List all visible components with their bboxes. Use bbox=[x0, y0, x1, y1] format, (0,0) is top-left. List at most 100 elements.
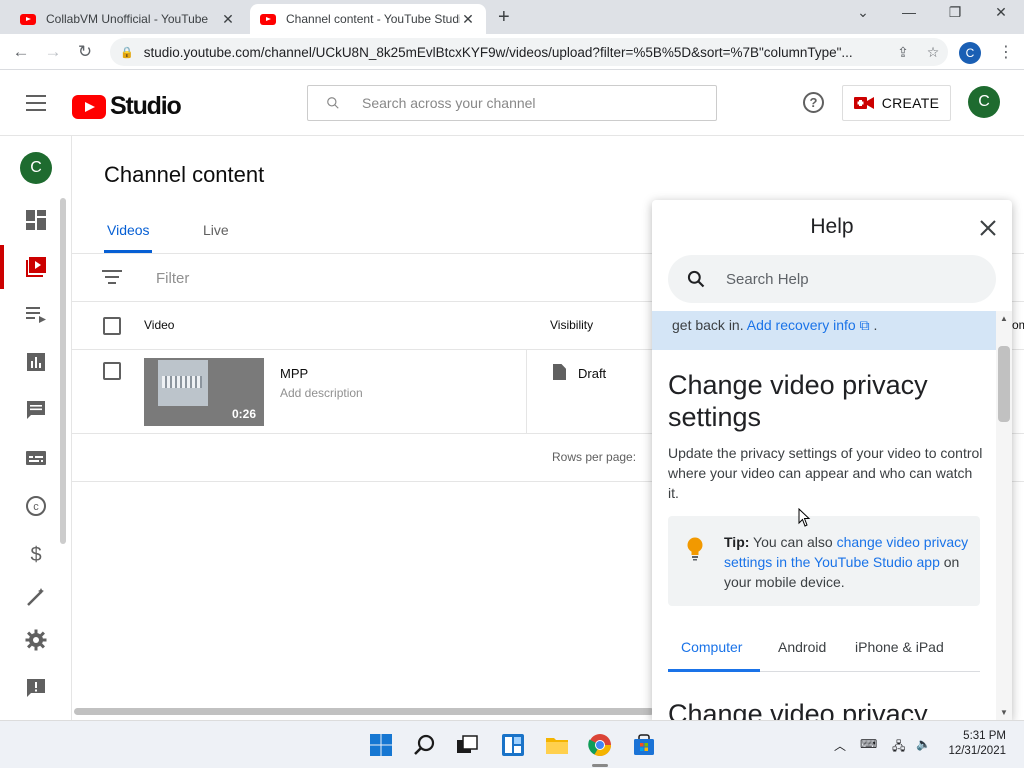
tab-android[interactable]: Android bbox=[778, 639, 826, 655]
sidebar-item-playlists[interactable] bbox=[22, 300, 50, 328]
sidebar-scrollbar[interactable] bbox=[60, 198, 66, 544]
browser-tab-studio[interactable]: Channel content - YouTube Studio ✕ bbox=[250, 4, 486, 34]
help-scroll-thumb[interactable] bbox=[998, 346, 1010, 422]
video-title[interactable]: MPP bbox=[280, 366, 308, 381]
microsoft-store-icon[interactable] bbox=[632, 733, 656, 757]
next-section-heading: Change video privacy bbox=[668, 699, 928, 720]
browser-menu-icon[interactable]: ⋮ bbox=[998, 42, 1014, 62]
content-icon bbox=[26, 257, 46, 277]
active-platform-underline bbox=[668, 669, 760, 672]
chrome-icon[interactable] bbox=[588, 733, 612, 757]
search-icon bbox=[327, 97, 339, 109]
task-view-icon[interactable] bbox=[455, 733, 479, 757]
menu-icon[interactable] bbox=[26, 95, 46, 111]
sidebar-item-settings[interactable] bbox=[22, 626, 50, 654]
volume-icon[interactable]: 🔈 bbox=[916, 737, 931, 751]
show-hidden-icons-chevron-icon[interactable]: ︿ bbox=[834, 737, 846, 754]
sidebar-item-comments[interactable] bbox=[22, 396, 50, 424]
help-search-input[interactable]: Search Help bbox=[668, 255, 996, 303]
close-window-icon[interactable]: ✕ bbox=[978, 4, 1024, 21]
windows-start-icon[interactable] bbox=[369, 733, 393, 757]
browser-tab-collabvm[interactable]: CollabVM Unofficial - YouTube ✕ bbox=[10, 4, 246, 34]
create-button[interactable]: CREATE bbox=[842, 85, 951, 121]
close-icon[interactable] bbox=[978, 218, 998, 238]
analytics-icon bbox=[27, 353, 45, 371]
share-icon[interactable]: ⇪ bbox=[888, 44, 918, 61]
select-all-checkbox[interactable] bbox=[103, 317, 121, 335]
video-camera-icon bbox=[853, 97, 874, 109]
youtube-favicon-icon bbox=[260, 13, 276, 25]
svg-text:$: $ bbox=[30, 544, 41, 565]
minimize-icon[interactable]: — bbox=[886, 4, 932, 20]
recovery-banner: get back in. Add recovery info ⧉ . bbox=[652, 311, 996, 350]
keyboard-icon[interactable]: ⌨ bbox=[860, 737, 877, 751]
channel-search-input[interactable]: Search across your channel bbox=[307, 85, 717, 121]
filter-input[interactable]: Filter bbox=[156, 270, 189, 287]
horizontal-scrollbar[interactable] bbox=[74, 708, 654, 715]
clock-date: 12/31/2021 bbox=[948, 745, 1006, 757]
forward-icon[interactable]: → bbox=[42, 42, 64, 62]
add-recovery-info-link[interactable]: Add recovery info bbox=[747, 317, 856, 333]
scroll-down-arrow-icon[interactable]: ▼ bbox=[1000, 708, 1008, 717]
visibility-status[interactable]: Draft bbox=[578, 366, 606, 381]
address-bar[interactable]: 🔒 studio.youtube.com/channel/UCkU8N_8k25… bbox=[110, 38, 948, 66]
sidebar-item-monetization[interactable]: $ bbox=[22, 540, 50, 568]
account-avatar[interactable]: C bbox=[968, 86, 1000, 118]
tab-title: Channel content - YouTube Studio bbox=[286, 12, 460, 26]
help-scrollbar[interactable]: ▲ ▼ bbox=[996, 311, 1012, 720]
reload-icon[interactable]: ↻ bbox=[74, 42, 96, 62]
tab-live[interactable]: Live bbox=[203, 222, 229, 238]
browser-profile-avatar[interactable]: C bbox=[959, 42, 981, 64]
new-tab-icon[interactable]: + bbox=[498, 6, 510, 29]
video-thumbnail[interactable]: 0:26 bbox=[144, 358, 264, 426]
sidebar-item-content[interactable] bbox=[22, 253, 50, 281]
filter-icon[interactable] bbox=[102, 270, 122, 286]
article-heading: Change video privacy settings bbox=[668, 370, 928, 432]
close-tab-icon[interactable]: ✕ bbox=[220, 11, 236, 28]
tip-box: Tip: You can also change video privacy s… bbox=[668, 516, 980, 606]
search-icon[interactable] bbox=[413, 733, 437, 757]
thumbnail-image bbox=[158, 360, 208, 406]
help-title: Help bbox=[810, 215, 854, 238]
sidebar-item-analytics[interactable] bbox=[22, 348, 50, 376]
column-header-video: Video bbox=[144, 318, 175, 332]
scroll-up-arrow-icon[interactable]: ▲ bbox=[1000, 314, 1008, 323]
settings-icon bbox=[25, 629, 47, 651]
url-text: studio.youtube.com/channel/UCkU8N_8k25mE… bbox=[143, 44, 853, 60]
tab-title: CollabVM Unofficial - YouTube bbox=[46, 12, 209, 26]
youtube-favicon-icon bbox=[20, 13, 36, 25]
sidebar-item-feedback[interactable] bbox=[22, 674, 50, 702]
svg-text:c: c bbox=[33, 501, 39, 513]
sidebar-item-subtitles[interactable] bbox=[22, 444, 50, 472]
tab-search-chevron-icon[interactable]: ⌄ bbox=[840, 4, 886, 21]
studio-logo[interactable]: Studio bbox=[72, 92, 182, 121]
back-icon[interactable]: ← bbox=[10, 42, 32, 62]
channel-avatar[interactable]: C bbox=[20, 152, 52, 184]
row-checkbox[interactable] bbox=[103, 362, 121, 380]
close-tab-icon[interactable]: ✕ bbox=[460, 11, 476, 28]
sidebar-item-dashboard[interactable] bbox=[22, 206, 50, 234]
tab-videos[interactable]: Videos bbox=[107, 222, 150, 238]
tab-iphone-ipad[interactable]: iPhone & iPad bbox=[855, 639, 944, 655]
network-icon[interactable]: 🖧 bbox=[892, 737, 905, 758]
sidebar-item-customization[interactable] bbox=[22, 588, 50, 606]
create-label: CREATE bbox=[881, 95, 940, 111]
column-header-visibility[interactable]: Visibility bbox=[550, 318, 593, 332]
video-description[interactable]: Add description bbox=[280, 386, 363, 400]
page-title: Channel content bbox=[104, 162, 265, 187]
lock-icon[interactable]: 🔒 bbox=[120, 46, 134, 59]
tab-computer[interactable]: Computer bbox=[681, 639, 742, 655]
clipped-column-header: om bbox=[1012, 318, 1024, 332]
windows-taskbar: ︿ ⌨ 🖧 🔈 5:31 PM 12/31/2021 bbox=[0, 720, 1024, 768]
widgets-icon[interactable] bbox=[501, 733, 525, 757]
file-explorer-icon[interactable] bbox=[545, 733, 569, 757]
help-article: get back in. Add recovery info ⧉ . Chang… bbox=[652, 311, 996, 720]
copyright-icon: c bbox=[26, 496, 46, 516]
youtube-logo-icon bbox=[72, 94, 106, 119]
restore-icon[interactable]: ❐ bbox=[932, 4, 978, 21]
sidebar-item-copyright[interactable]: c bbox=[22, 492, 50, 520]
help-icon[interactable]: ? bbox=[803, 92, 824, 113]
playlists-icon bbox=[26, 307, 46, 323]
system-clock[interactable]: 5:31 PM 12/31/2021 bbox=[946, 729, 1006, 759]
bookmark-star-icon[interactable]: ☆ bbox=[918, 44, 948, 61]
